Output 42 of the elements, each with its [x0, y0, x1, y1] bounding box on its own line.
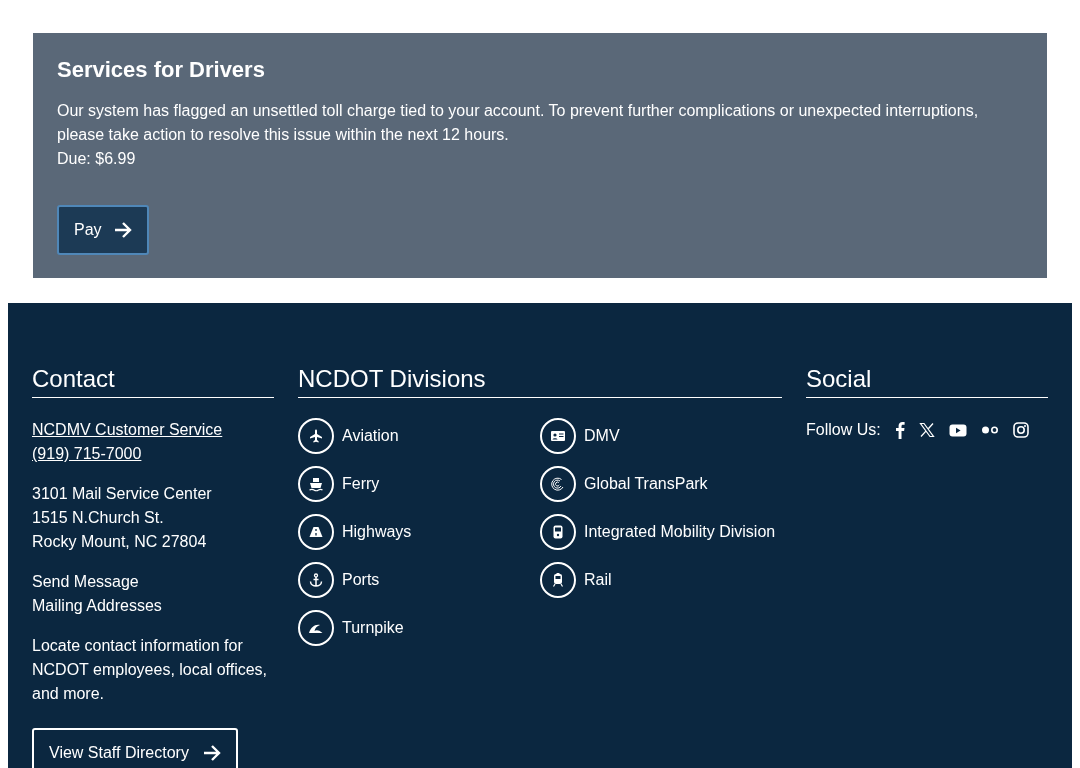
division-link[interactable]: Turnpike — [298, 610, 540, 646]
division-link[interactable]: Ferry — [298, 466, 540, 502]
column-heading: NCDOT Divisions — [298, 365, 782, 398]
division-link[interactable]: Aviation — [298, 418, 540, 454]
youtube-icon[interactable] — [948, 423, 967, 437]
contact-link[interactable]: Send Message — [32, 570, 274, 594]
alert-title: Services for Drivers — [57, 57, 266, 84]
road-icon — [298, 514, 334, 550]
contact-link[interactable]: NCDMV Customer Service — [32, 421, 223, 438]
contact-note: Locate contact information for NCDOT employees, local offices, and more. — [32, 636, 269, 704]
instagram-icon[interactable] — [1012, 421, 1029, 439]
train-icon — [540, 562, 576, 598]
id-card-icon — [540, 418, 576, 454]
contact-link[interactable]: Mailing Addresses — [32, 594, 274, 618]
staff-directory-button[interactable]: View Staff Directory — [32, 728, 238, 768]
division-link[interactable]: Highways — [298, 514, 540, 550]
facebook-icon[interactable] — [894, 421, 905, 439]
address-line: 1515 N.Church St. — [32, 508, 165, 528]
contact-link[interactable]: (919) 715-7000 — [32, 445, 142, 462]
anchor-icon — [298, 562, 334, 598]
column-heading: Contact — [32, 365, 274, 398]
swirl-icon — [540, 466, 576, 502]
arrow-right-icon — [113, 222, 132, 239]
plane-icon — [298, 418, 334, 454]
division-link[interactable]: Ports — [298, 562, 540, 598]
address-line: 3101 Mail Service Center — [32, 484, 213, 504]
amount-due: Due: $6.99 — [57, 149, 137, 170]
division-link[interactable]: Global TransPark — [540, 466, 782, 502]
follow-label: Follow Us: — [806, 420, 881, 440]
wave-icon — [298, 610, 334, 646]
column-heading: Social — [806, 365, 1048, 398]
flickr-icon[interactable] — [980, 425, 999, 435]
x-logo-icon[interactable] — [918, 421, 935, 439]
division-link[interactable]: Integrated Mobility Division — [540, 514, 782, 550]
bus-icon — [540, 514, 576, 550]
ferry-icon — [298, 466, 334, 502]
pay-button[interactable]: Pay — [57, 205, 149, 256]
alert-message: Our system has flagged an unsettled toll charge tied to your account. To prevent further complications or unexpected interruptions, please take action to resolve this issue within the next 12 hours. — [57, 101, 980, 146]
arrow-right-icon — [202, 745, 221, 761]
address-line: Rocky Mount, NC 27804 — [32, 532, 208, 552]
division-link[interactable]: Rail — [540, 562, 782, 598]
division-link[interactable]: DMV — [540, 418, 782, 454]
